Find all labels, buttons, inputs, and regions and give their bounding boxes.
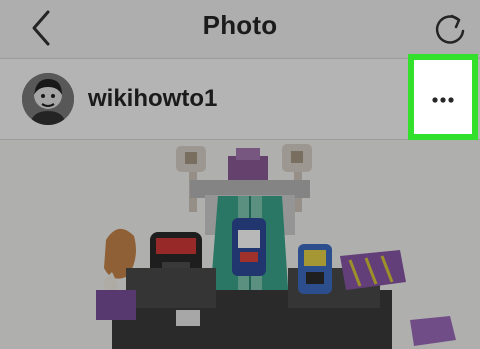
photo-screen: Photo wikihowto1	[0, 0, 480, 349]
username-link[interactable]: wikihowto1	[88, 85, 217, 113]
avatar-image	[22, 73, 74, 125]
more-horizontal-icon	[432, 97, 454, 103]
refresh-icon	[435, 14, 465, 44]
page-title: Photo	[202, 10, 278, 40]
navigation-bar: Photo	[0, 0, 480, 58]
more-options-button[interactable]	[408, 54, 478, 140]
refresh-button[interactable]	[428, 6, 472, 50]
post-photo[interactable]	[0, 140, 480, 349]
toy-playset-image	[0, 140, 480, 349]
avatar[interactable]	[22, 73, 74, 125]
